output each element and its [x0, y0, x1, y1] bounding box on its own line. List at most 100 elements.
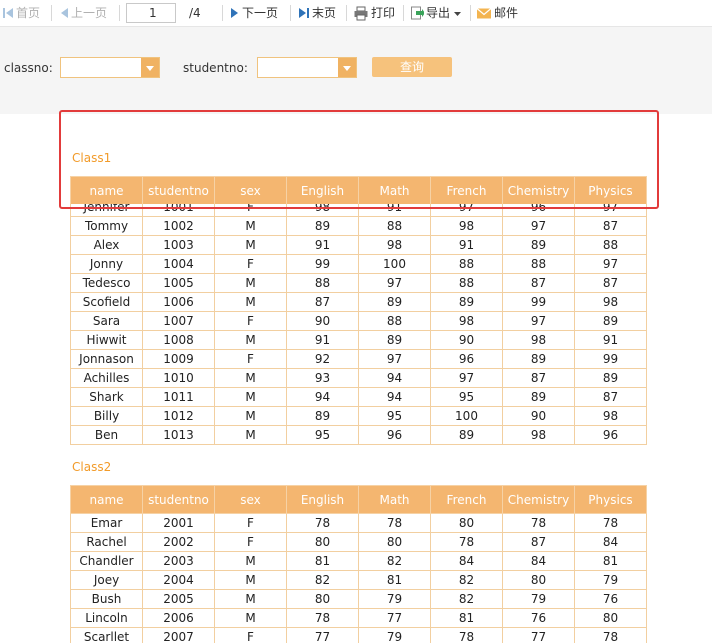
- column-header[interactable]: studentno: [142, 176, 215, 205]
- last-page-icon: [299, 8, 309, 18]
- table-row: Jennifer 1001 F 98 91 97 96 97: [70, 204, 647, 217]
- table-cell: 91: [430, 235, 503, 255]
- query-button[interactable]: 查询: [372, 57, 452, 77]
- export-icon: [411, 6, 424, 20]
- table-cell: 78: [502, 513, 575, 533]
- column-header[interactable]: studentno: [142, 485, 215, 514]
- studentno-select[interactable]: [257, 57, 357, 78]
- table-row: Jonnason 1009 F 92 97 96 89 99: [70, 349, 647, 369]
- table-cell: 90: [430, 330, 503, 350]
- toolbar-divider: [470, 5, 471, 21]
- table-cell: 84: [502, 551, 575, 571]
- toolbar-divider: [51, 5, 52, 21]
- chevron-down-icon[interactable]: [141, 58, 159, 77]
- class1-table: Jennifer 1001 F 98 91 97 96 97 Tommy 1002 M 89 88 98 9…: [70, 204, 647, 445]
- table-cell: 97: [358, 349, 431, 369]
- table-cell: 1003: [142, 235, 215, 255]
- table-cell: 79: [574, 570, 647, 590]
- table-cell: 80: [358, 532, 431, 552]
- table-cell: 89: [430, 292, 503, 312]
- table-row: Tedesco 1005 M 88 97 88 87 87: [70, 273, 647, 293]
- studentno-label: studentno:: [183, 61, 248, 75]
- table-cell: 81: [574, 551, 647, 571]
- toolbar-divider: [119, 5, 120, 21]
- table-cell: 89: [502, 235, 575, 255]
- table-cell: 82: [286, 570, 359, 590]
- table-cell: 99: [502, 292, 575, 312]
- page-number-input[interactable]: [126, 3, 176, 23]
- table-cell: 2007: [142, 627, 215, 643]
- column-header[interactable]: Math: [358, 176, 431, 205]
- table-cell: 97: [502, 216, 575, 236]
- table-cell: 78: [430, 627, 503, 643]
- table-cell: 100: [358, 254, 431, 274]
- table-row: Lincoln 2006 M 78 77 81 76 80: [70, 608, 647, 628]
- classno-select[interactable]: [60, 57, 160, 78]
- last-page-button[interactable]: 末页: [298, 5, 336, 21]
- table-cell: 80: [502, 570, 575, 590]
- next-page-button[interactable]: 下一页: [230, 5, 278, 21]
- table-cell: 95: [430, 387, 503, 407]
- table-cell: 1001: [142, 204, 215, 217]
- table-cell: 97: [430, 204, 503, 217]
- column-header[interactable]: French: [430, 176, 503, 205]
- export-dropdown[interactable]: 导出: [410, 5, 462, 21]
- prev-page-icon: [61, 8, 68, 18]
- table-cell: Tommy: [70, 216, 143, 236]
- table-cell: 89: [286, 406, 359, 426]
- table-cell: 88: [358, 216, 431, 236]
- class1-body-viewport: Jennifer 1001 F 98 91 97 96 97 Tommy 1002 M 89 88 98 9…: [0, 204, 712, 454]
- prev-page-button[interactable]: 上一页: [59, 5, 107, 21]
- table-row: Jonny 1004 F 99 100 88 88 97: [70, 254, 647, 274]
- table-cell: Sara: [70, 311, 143, 331]
- table-cell: Lincoln: [70, 608, 143, 628]
- table-cell: 82: [430, 570, 503, 590]
- column-header[interactable]: Physics: [574, 176, 647, 205]
- column-header[interactable]: Physics: [574, 485, 647, 514]
- table-cell: 95: [358, 406, 431, 426]
- column-header[interactable]: name: [70, 176, 143, 205]
- table-cell: 80: [574, 608, 647, 628]
- table-cell: 81: [430, 608, 503, 628]
- table-cell: 82: [358, 551, 431, 571]
- table-cell: 1002: [142, 216, 215, 236]
- print-button[interactable]: 打印: [353, 5, 395, 21]
- column-header[interactable]: sex: [214, 485, 287, 514]
- column-header[interactable]: English: [286, 485, 359, 514]
- table-cell: Alex: [70, 235, 143, 255]
- table-cell: M: [214, 589, 287, 609]
- table-cell: 96: [430, 349, 503, 369]
- table-cell: 91: [574, 330, 647, 350]
- table-cell: 87: [502, 273, 575, 293]
- table-cell: Shark: [70, 387, 143, 407]
- table-cell: 2003: [142, 551, 215, 571]
- table-cell: 78: [430, 532, 503, 552]
- column-header[interactable]: sex: [214, 176, 287, 205]
- table-row: Ben 1013 M 95 96 89 98 96: [70, 425, 647, 445]
- mail-button[interactable]: 邮件: [476, 5, 518, 21]
- table-cell: 87: [286, 292, 359, 312]
- table-cell: 90: [502, 406, 575, 426]
- table-cell: 96: [502, 204, 575, 217]
- column-header[interactable]: French: [430, 485, 503, 514]
- column-header[interactable]: name: [70, 485, 143, 514]
- table-cell: 79: [358, 589, 431, 609]
- chevron-down-icon[interactable]: [338, 58, 356, 77]
- table-cell: Hiwwit: [70, 330, 143, 350]
- table-cell: 94: [358, 387, 431, 407]
- column-header[interactable]: Math: [358, 485, 431, 514]
- table-row: Scarllet 2007 F 77 79 78 77 78: [70, 627, 647, 643]
- column-header[interactable]: Chemistry: [502, 176, 575, 205]
- table-cell: 88: [286, 273, 359, 293]
- table-cell: 1005: [142, 273, 215, 293]
- table-cell: 1013: [142, 425, 215, 445]
- first-page-button[interactable]: 首页: [2, 5, 40, 21]
- table-cell: Ben: [70, 425, 143, 445]
- table-cell: Chandler: [70, 551, 143, 571]
- column-header[interactable]: Chemistry: [502, 485, 575, 514]
- table-cell: 90: [286, 311, 359, 331]
- table-row: Billy 1012 M 89 95 100 90 98: [70, 406, 647, 426]
- table-cell: 80: [286, 532, 359, 552]
- column-header[interactable]: English: [286, 176, 359, 205]
- table-cell: 88: [574, 235, 647, 255]
